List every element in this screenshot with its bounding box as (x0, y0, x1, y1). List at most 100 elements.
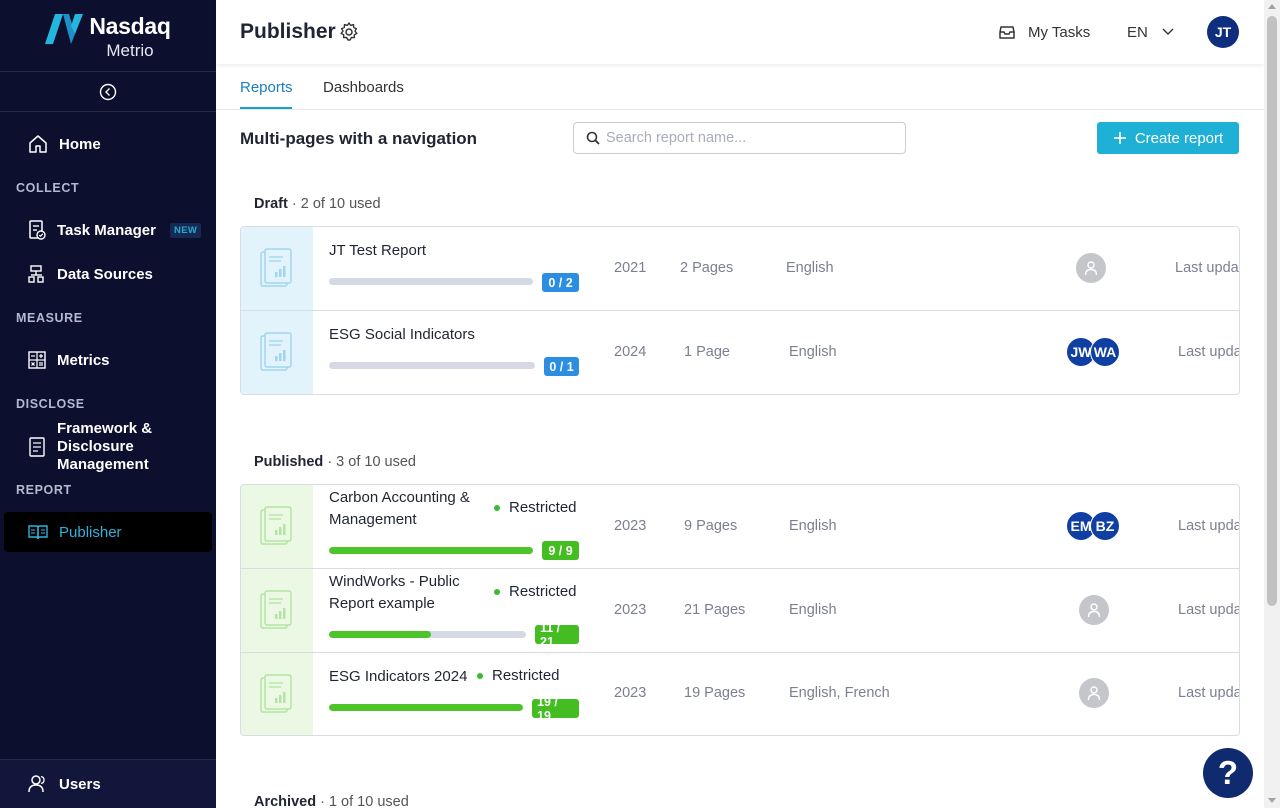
section-disclose: DISCLOSE (16, 397, 85, 411)
nasdaq-logo-icon (45, 14, 84, 44)
group-label-published: Published · 3 of 10 used (254, 454, 416, 470)
report-name[interactable]: WindWorks - Public Report example (329, 571, 460, 615)
group-name: Draft (254, 196, 288, 212)
sidebar-item-framework[interactable]: Framework & Disclosure Management (0, 420, 216, 474)
framework-line-1: Framework & (57, 420, 153, 437)
search-box[interactable] (573, 122, 906, 154)
owner-avatar: WA (1090, 337, 1120, 367)
my-tasks-button[interactable]: My Tasks (998, 17, 1090, 47)
create-report-label: Create report (1134, 129, 1224, 147)
report-language: English (789, 602, 837, 618)
report-name-line-2: Management (329, 511, 417, 528)
tab-reports[interactable]: Reports (240, 79, 293, 96)
report-row[interactable]: ESG Social Indicators 0 / 1 2024 1 Page … (241, 311, 1239, 394)
brand[interactable]: Nasdaq Metrio (0, 0, 216, 72)
report-pages: 9 Pages (684, 518, 738, 534)
group-usage: · 3 of 10 used (327, 454, 416, 470)
sidebar-item-label: Metrics (57, 351, 110, 369)
create-report-button[interactable]: Create report (1097, 122, 1239, 154)
owner-avatar-placeholder (1079, 595, 1109, 625)
status-label: Restricted (492, 667, 560, 684)
report-thumbnail (241, 485, 313, 568)
sidebar-item-label: Task Manager (57, 221, 156, 239)
report-name[interactable]: ESG Social Indicators (329, 324, 475, 346)
report-progress-bar (329, 278, 533, 285)
user-placeholder-icon (1087, 603, 1101, 618)
task-manager-icon (29, 220, 46, 240)
plus-icon (1113, 132, 1126, 144)
users-icon (28, 775, 45, 793)
report-count-badge: 11 / 21 (535, 621, 579, 649)
report-year: 2024 (614, 344, 647, 360)
owner-avatar-placeholder (1079, 678, 1109, 708)
report-document-icon (260, 332, 292, 371)
tab-dashboards[interactable]: Dashboards (323, 79, 404, 96)
sidebar: Nasdaq Metrio Home COLLECT Task Manager … (0, 0, 216, 808)
book-icon (28, 525, 48, 540)
report-pages: 21 Pages (684, 602, 746, 618)
scrollbar-thumb[interactable] (1267, 16, 1277, 606)
search-input[interactable] (606, 130, 896, 146)
group-usage: · 1 of 10 used (320, 794, 409, 808)
restricted-status: Restricted (494, 583, 577, 600)
status-label: Restricted (509, 583, 577, 600)
report-thumbnail (241, 569, 313, 652)
metrics-icon (28, 351, 46, 369)
report-progress-bar (329, 547, 533, 554)
report-count-badge: 0 / 2 (542, 273, 579, 292)
scroll-down-icon[interactable] (1268, 798, 1276, 803)
language-select[interactable]: EN (1127, 17, 1174, 47)
sidebar-item-home[interactable]: Home (0, 132, 216, 156)
report-row[interactable]: JT Test Report 0 / 2 2021 2 Pages Englis… (241, 227, 1239, 311)
tab-bar: Reports Dashboards (216, 64, 1264, 110)
report-row[interactable]: WindWorks - Public Report example Restri… (241, 569, 1239, 653)
restricted-status: Restricted (494, 499, 577, 516)
report-name[interactable]: Carbon Accounting & Management (329, 487, 470, 531)
gear-icon[interactable] (338, 21, 360, 48)
sidebar-item-label: Publisher (59, 523, 122, 541)
report-pages: 1 Page (684, 344, 730, 360)
owner-avatar-placeholder (1076, 253, 1106, 283)
help-button[interactable]: ? (1203, 748, 1253, 798)
new-badge: NEW (169, 222, 202, 238)
brand-name: Nasdaq (89, 13, 171, 39)
active-tab-indicator (240, 107, 292, 109)
section-title: Multi-pages with a navigation (240, 129, 478, 148)
report-name-line-1: Carbon Accounting & (329, 489, 470, 506)
sidebar-item-publisher[interactable]: Publisher (4, 512, 212, 552)
section-report: REPORT (16, 483, 72, 497)
report-year: 2023 (614, 602, 647, 618)
report-row[interactable]: Carbon Accounting & Management Restricte… (241, 485, 1239, 569)
user-avatar[interactable]: JT (1207, 16, 1239, 48)
report-year: 2023 (614, 685, 647, 701)
report-row[interactable]: ESG Indicators 2024 Restricted 19 / 19 2… (241, 653, 1239, 735)
brand-sub: Metrio (106, 41, 154, 60)
report-name[interactable]: ESG Indicators 2024 (329, 666, 467, 688)
progress-fill (329, 631, 432, 638)
group-name: Published (254, 454, 324, 470)
sidebar-item-label: Users (59, 775, 101, 793)
section-collect: COLLECT (16, 181, 80, 195)
sidebar-item-users[interactable]: Users (0, 759, 216, 808)
collapse-sidebar-button[interactable] (0, 72, 216, 112)
sidebar-item-data-sources[interactable]: Data Sources (0, 262, 216, 286)
sidebar-item-task-manager[interactable]: Task Manager NEW (0, 218, 216, 242)
report-year: 2023 (614, 518, 647, 534)
sidebar-item-label: Home (59, 135, 101, 153)
sidebar-item-metrics[interactable]: Metrics (0, 348, 216, 372)
report-progress-bar (329, 631, 526, 638)
framework-line-3: Management (57, 456, 149, 473)
report-document-icon (260, 589, 292, 629)
report-name-line-1: WindWorks - Public (329, 573, 460, 590)
top-header: Publisher My Tasks EN JT (216, 0, 1264, 64)
report-count-badge: 0 / 1 (544, 357, 579, 376)
report-document-icon (260, 247, 292, 287)
report-name[interactable]: JT Test Report (329, 240, 426, 262)
inbox-icon (999, 26, 1015, 39)
section-measure: MEASURE (16, 311, 83, 325)
report-year: 2021 (614, 260, 647, 276)
page-title: Publisher (240, 20, 336, 43)
status-dot (494, 504, 500, 511)
status-dot (477, 672, 483, 679)
scroll-up-icon[interactable] (1268, 4, 1276, 9)
